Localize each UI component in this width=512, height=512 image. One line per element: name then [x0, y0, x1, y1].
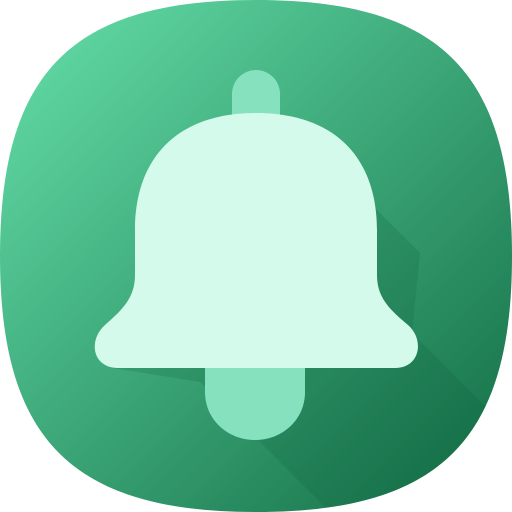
- bell-app-icon-graphic: [0, 0, 512, 512]
- app-icon[interactable]: [0, 0, 512, 512]
